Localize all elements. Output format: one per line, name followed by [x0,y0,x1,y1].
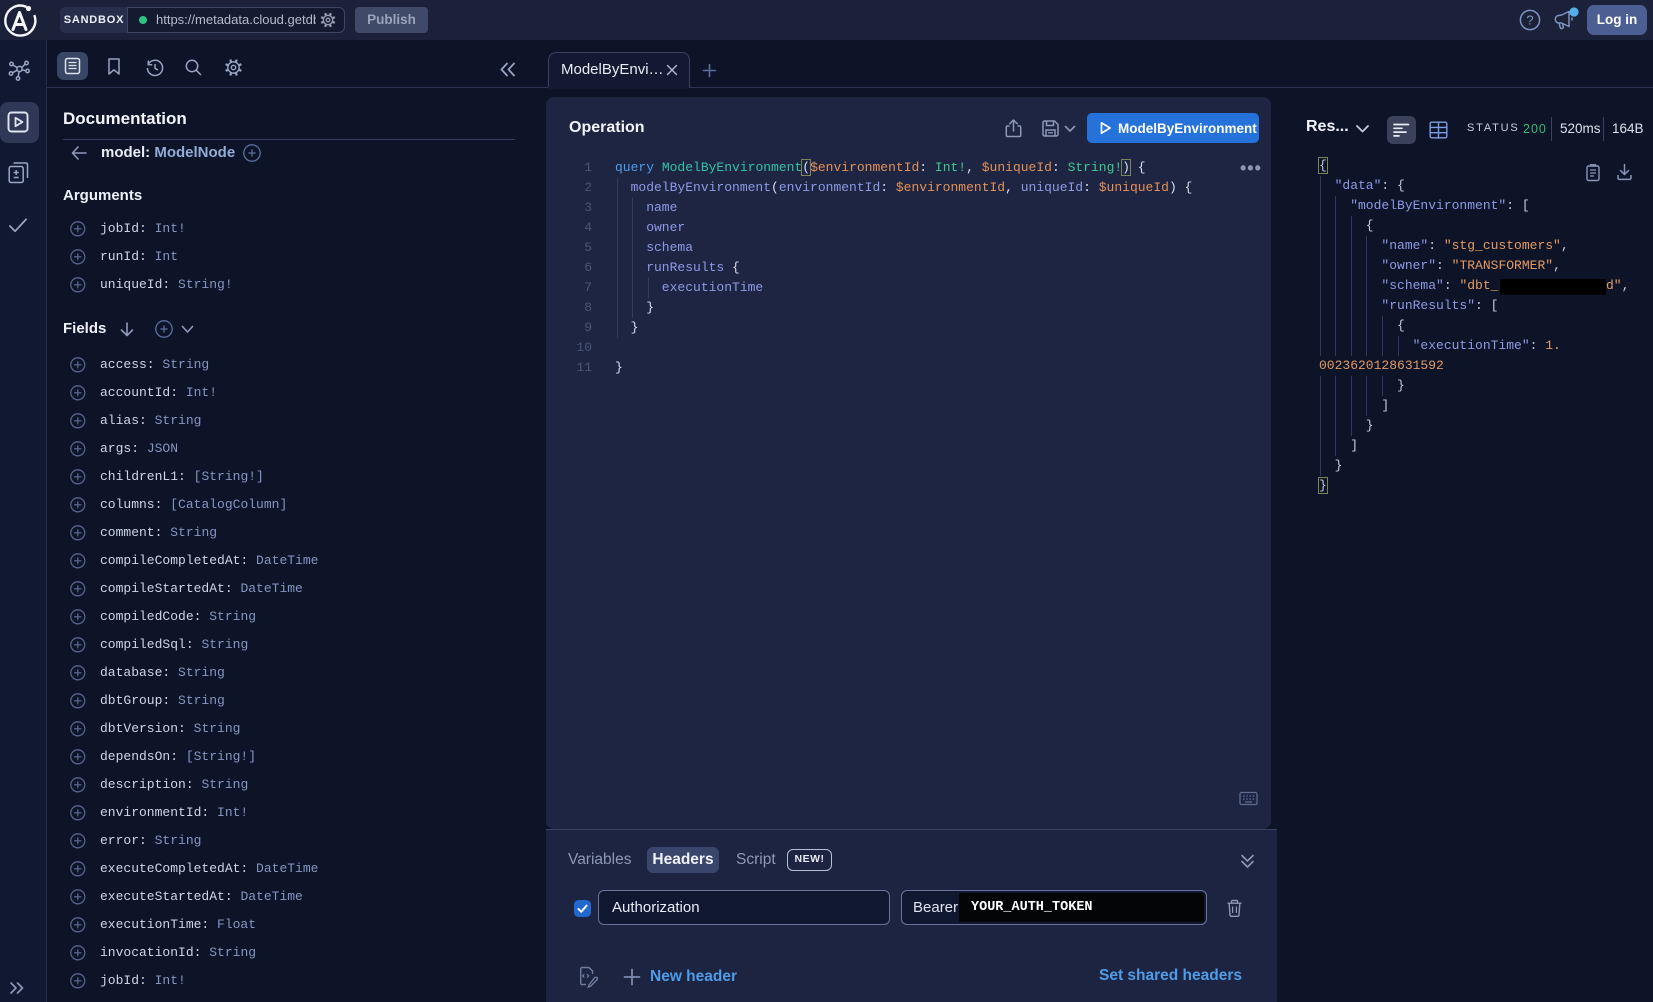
svg-text:?: ? [1526,13,1533,28]
